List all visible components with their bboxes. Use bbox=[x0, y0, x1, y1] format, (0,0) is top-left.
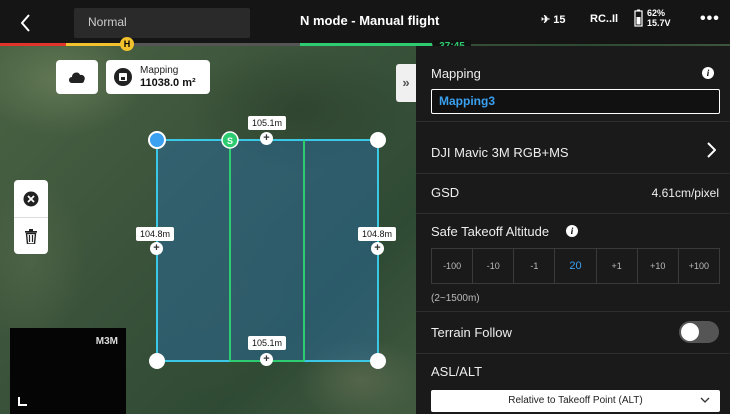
map-tools bbox=[14, 180, 48, 254]
delete-button[interactable] bbox=[14, 218, 48, 255]
plus-icon[interactable]: + bbox=[260, 132, 273, 145]
altitude-plus-10[interactable]: +10 bbox=[638, 249, 679, 283]
terrain-follow-toggle[interactable] bbox=[679, 321, 719, 343]
start-marker-label: S bbox=[227, 136, 233, 146]
vertex-handle[interactable] bbox=[370, 132, 386, 148]
plus-icon[interactable]: + bbox=[150, 242, 163, 255]
gsd-label: GSD bbox=[431, 185, 460, 200]
right-edge-length: 104.8m bbox=[358, 227, 397, 241]
top-bar: Normal N mode - Manual flight ✈ 15 RC..I… bbox=[0, 0, 730, 44]
toggle-knob bbox=[681, 323, 699, 341]
battery-low-segment bbox=[66, 43, 126, 46]
gps-status: ✈ 15 bbox=[541, 14, 566, 26]
route-name-input[interactable]: Mapping3 bbox=[431, 89, 720, 114]
battery-voltage: 15.7V bbox=[647, 18, 671, 28]
top-edge-length: 105.1m bbox=[248, 116, 287, 130]
info-icon[interactable]: i bbox=[702, 67, 714, 79]
altitude-minus-100[interactable]: -100 bbox=[432, 249, 474, 283]
mapping-area-value: 11038.0 m² bbox=[140, 77, 196, 89]
mapping-type-label: Mapping bbox=[140, 65, 179, 76]
info-icon[interactable]: i bbox=[566, 225, 578, 237]
plus-icon[interactable]: + bbox=[371, 242, 384, 255]
battery-critical-segment bbox=[0, 43, 66, 46]
left-edge-length: 104.8m bbox=[136, 227, 175, 241]
vertex-handle[interactable] bbox=[370, 353, 386, 369]
bottom-edge-length: 105.1m bbox=[248, 336, 287, 350]
satellite-icon: ✈ bbox=[541, 14, 551, 26]
home-point-marker: H bbox=[120, 37, 134, 51]
more-menu-button[interactable]: ••• bbox=[700, 10, 720, 28]
vertex-selected[interactable] bbox=[148, 131, 166, 149]
camera-name: DJI Mavic 3M RGB+MS bbox=[431, 145, 569, 160]
altitude-mode-select[interactable]: Relative to Takeoff Point (ALT) bbox=[431, 390, 720, 412]
back-icon bbox=[21, 14, 30, 32]
plus-icon[interactable]: + bbox=[260, 353, 273, 366]
route-name-section: Mapping i Mapping3 bbox=[416, 46, 730, 122]
altitude-minus-1[interactable]: -1 bbox=[514, 249, 556, 283]
mapping-boundary bbox=[156, 139, 379, 362]
battery-percent: 62% bbox=[647, 8, 666, 18]
page-title: N mode - Manual flight bbox=[300, 13, 440, 28]
camera-row[interactable]: DJI Mavic 3M RGB+MS bbox=[416, 134, 730, 174]
collapse-panel-button[interactable]: » bbox=[396, 64, 416, 102]
cloud-button[interactable] bbox=[56, 60, 98, 94]
vertex-handle[interactable] bbox=[149, 353, 165, 369]
chevron-right-icon bbox=[707, 142, 717, 163]
gsd-row: GSD 4.61cm/pixel bbox=[416, 174, 730, 214]
mapping-info-card[interactable]: Mapping 11038.0 m² bbox=[106, 60, 210, 94]
altitude-value[interactable]: 20 bbox=[555, 249, 597, 283]
camera-preview[interactable]: M3M bbox=[10, 328, 126, 414]
battery-remaining-segment bbox=[300, 43, 432, 46]
trash-icon bbox=[25, 229, 37, 244]
altitude-plus-1[interactable]: +1 bbox=[597, 249, 638, 283]
rc-signal: RC..Il bbox=[590, 13, 619, 25]
camera-model-label: M3M bbox=[95, 336, 118, 347]
chevron-down-icon bbox=[700, 390, 710, 412]
altitude-minus-10[interactable]: -10 bbox=[473, 249, 515, 283]
back-button[interactable] bbox=[6, 6, 46, 40]
altitude-mode-value: Relative to Takeoff Point (ALT) bbox=[508, 395, 643, 406]
asl-alt-label: ASL/ALT bbox=[431, 364, 483, 379]
gsd-value: 4.61cm/pixel bbox=[651, 186, 719, 200]
terrain-follow-label: Terrain Follow bbox=[431, 325, 512, 340]
cloud-icon bbox=[69, 72, 85, 83]
flight-mode-selector[interactable]: Normal bbox=[74, 8, 250, 38]
battery-status: 62% 15.7V bbox=[634, 8, 671, 28]
clear-button[interactable] bbox=[14, 180, 48, 217]
altitude-range: (2~1500m) bbox=[431, 293, 480, 304]
safe-takeoff-label: Safe Takeoff Altitude bbox=[431, 224, 550, 239]
expand-corner-icon[interactable] bbox=[18, 397, 27, 406]
battery-icon bbox=[634, 9, 643, 27]
settings-panel: Mapping i Mapping3 DJI Mavic 3M RGB+MS G… bbox=[416, 46, 730, 414]
altitude-plus-100[interactable]: +100 bbox=[679, 249, 719, 283]
altitude-stepper: -100 -10 -1 20 +1 +10 +100 bbox=[431, 248, 720, 284]
close-icon bbox=[23, 191, 39, 206]
section-title: Mapping bbox=[431, 66, 481, 81]
save-icon bbox=[114, 68, 132, 86]
